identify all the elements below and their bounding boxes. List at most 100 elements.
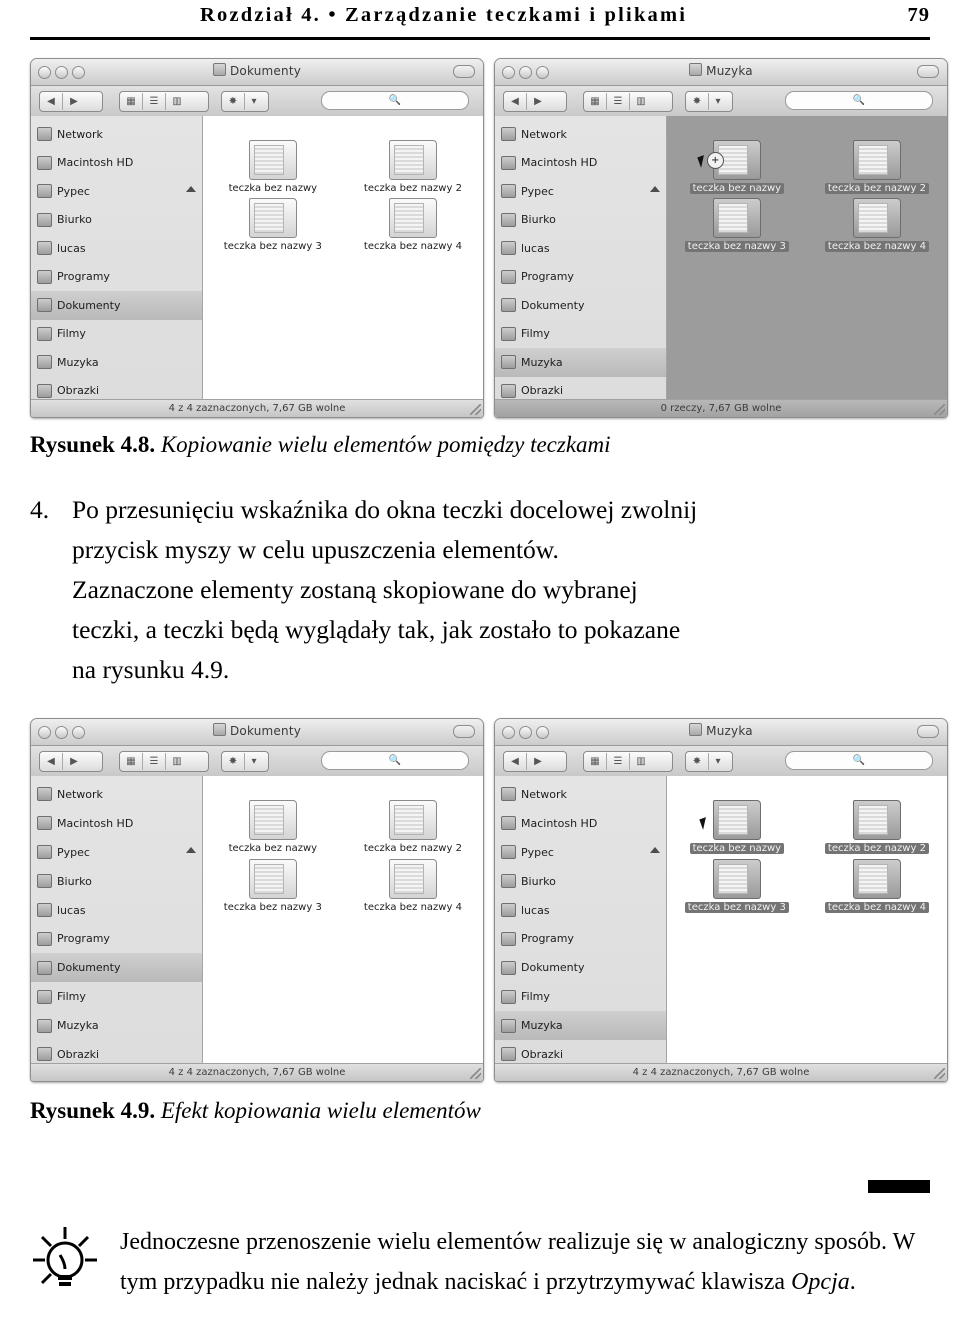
toolbar-toggle-button[interactable] xyxy=(917,65,939,78)
sidebar-item-programy[interactable]: Programy xyxy=(495,924,666,953)
column-view-icon[interactable]: ▥ xyxy=(630,753,652,770)
gear-icon[interactable]: ✸ xyxy=(222,753,245,770)
action-menu-button[interactable]: ✸ ▾ xyxy=(221,751,269,772)
column-view-icon[interactable]: ▥ xyxy=(166,753,188,770)
forward-icon[interactable]: ▶ xyxy=(63,93,85,110)
gear-icon[interactable]: ✸ xyxy=(686,93,709,110)
file-list-area[interactable]: teczka bez nazwy teczka bez nazwy 2 teczka… xyxy=(666,116,947,417)
sidebar-item-lucas[interactable]: lucas xyxy=(31,234,202,263)
back-icon[interactable]: ◀ xyxy=(40,753,63,770)
icon-view-icon[interactable]: ▦ xyxy=(120,93,143,110)
folder-icon[interactable] xyxy=(248,800,297,841)
sidebar-item-programy[interactable]: Programy xyxy=(31,263,202,292)
folder-icon[interactable] xyxy=(852,858,901,899)
sidebar-item-muzyka[interactable]: Muzyka xyxy=(31,1011,202,1040)
eject-icon[interactable] xyxy=(185,186,196,193)
column-view-icon[interactable]: ▥ xyxy=(166,93,188,110)
sidebar-item-pypec[interactable]: Pypec xyxy=(495,838,666,867)
finder-window-dokumenty[interactable]: Dokumenty ◀ ▶ ▦ ☰ ▥ ✸ ▾ 🔍 Network Macintosh H… xyxy=(30,58,484,418)
folder-item[interactable]: teczka bez nazwy 4 xyxy=(343,858,483,913)
chevron-down-icon[interactable]: ▾ xyxy=(709,93,727,110)
folder-item[interactable]: teczka bez nazwy 3 xyxy=(203,858,343,913)
folder-icon[interactable] xyxy=(712,858,761,899)
file-list-area[interactable]: teczka bez nazwy teczka bez nazwy 2 teczka… xyxy=(666,776,947,1081)
toolbar-toggle-button[interactable] xyxy=(453,65,475,78)
folder-icon[interactable] xyxy=(712,800,761,841)
sidebar-item-dokumenty[interactable]: Dokumenty xyxy=(495,291,666,320)
list-view-icon[interactable]: ☰ xyxy=(607,93,630,110)
icon-grid[interactable]: teczka bez nazwy teczka bez nazwy 2 teczka… xyxy=(203,800,483,913)
search-input[interactable]: 🔍 xyxy=(321,751,469,770)
view-mode-group[interactable]: ▦ ☰ ▥ xyxy=(119,751,209,772)
sidebar-item-network[interactable]: Network xyxy=(495,780,666,809)
list-view-icon[interactable]: ☰ xyxy=(607,753,630,770)
sidebar[interactable]: Network Macintosh HD Pypec Biurko lucas Progr… xyxy=(495,776,667,1081)
folder-item[interactable]: teczka bez nazwy 3 xyxy=(203,198,343,252)
sidebar-item-lucas[interactable]: lucas xyxy=(495,234,666,263)
folder-item[interactable]: teczka bez nazwy xyxy=(667,140,807,195)
folder-item[interactable]: teczka bez nazwy 2 xyxy=(343,800,483,854)
sidebar-item-network[interactable]: Network xyxy=(495,120,666,149)
sidebar-item-lucas[interactable]: lucas xyxy=(31,896,202,925)
forward-icon[interactable]: ▶ xyxy=(527,753,549,770)
sidebar-item-macintosh-hd[interactable]: Macintosh HD xyxy=(495,809,666,838)
finder-window-dokumenty[interactable]: Dokumenty ◀ ▶ ▦ ☰ ▥ ✸ ▾ 🔍 Network Macintosh H… xyxy=(30,718,484,1082)
sidebar-item-filmy[interactable]: Filmy xyxy=(31,320,202,349)
gear-icon[interactable]: ✸ xyxy=(222,93,245,110)
folder-icon[interactable] xyxy=(248,198,297,239)
window-titlebar[interactable]: Muzyka xyxy=(495,719,947,746)
back-icon[interactable]: ◀ xyxy=(40,93,63,110)
nav-back-forward-group[interactable]: ◀ ▶ xyxy=(39,751,103,772)
sidebar-item-filmy[interactable]: Filmy xyxy=(31,982,202,1011)
folder-item[interactable]: teczka bez nazwy 4 xyxy=(343,198,483,252)
window-titlebar[interactable]: Dokumenty xyxy=(31,59,483,86)
forward-icon[interactable]: ▶ xyxy=(63,753,85,770)
window-toolbar[interactable]: ◀ ▶ ▦ ☰ ▥ ✸ ▾ 🔍 xyxy=(495,746,947,777)
gear-icon[interactable]: ✸ xyxy=(686,753,709,770)
sidebar-item-biurko[interactable]: Biurko xyxy=(495,206,666,235)
sidebar-item-network[interactable]: Network xyxy=(31,120,202,149)
sidebar-item-biurko[interactable]: Biurko xyxy=(31,867,202,896)
window-toolbar[interactable]: ◀ ▶ ▦ ☰ ▥ ✸ ▾ 🔍 xyxy=(495,86,947,117)
folder-item[interactable]: teczka bez nazwy 4 xyxy=(807,198,947,253)
nav-back-forward-group[interactable]: ◀ ▶ xyxy=(39,91,103,112)
finder-window-muzyka[interactable]: Muzyka ◀ ▶ ▦ ☰ ▥ ✸ ▾ 🔍 Network Macintosh HD Py… xyxy=(494,58,948,418)
sidebar[interactable]: Network Macintosh HD Pypec Biurko lucas Progr… xyxy=(495,116,667,417)
folder-item[interactable]: teczka bez nazwy 2 xyxy=(807,140,947,195)
sidebar-item-dokumenty[interactable]: Dokumenty xyxy=(31,291,202,320)
folder-icon[interactable] xyxy=(712,198,761,239)
window-toolbar[interactable]: ◀ ▶ ▦ ☰ ▥ ✸ ▾ 🔍 xyxy=(31,86,483,117)
icon-view-icon[interactable]: ▦ xyxy=(120,753,143,770)
action-menu-button[interactable]: ✸ ▾ xyxy=(685,751,733,772)
search-input[interactable]: 🔍 xyxy=(785,751,933,770)
folder-icon[interactable] xyxy=(388,140,437,181)
list-view-icon[interactable]: ☰ xyxy=(143,93,166,110)
finder-window-muzyka[interactable]: Muzyka ◀ ▶ ▦ ☰ ▥ ✸ ▾ 🔍 Network Macintosh HD Py… xyxy=(494,718,948,1082)
sidebar-item-dokumenty[interactable]: Dokumenty xyxy=(31,953,202,983)
eject-icon[interactable] xyxy=(185,847,196,854)
folder-icon[interactable] xyxy=(852,140,901,181)
sidebar[interactable]: Network Macintosh HD Pypec Biurko lucas Progr… xyxy=(31,116,203,417)
toolbar-toggle-button[interactable] xyxy=(917,725,939,738)
sidebar-item-muzyka[interactable]: Muzyka xyxy=(495,348,666,377)
resize-handle[interactable] xyxy=(470,1068,481,1079)
folder-item[interactable]: teczka bez nazwy 3 xyxy=(667,858,807,913)
sidebar-item-filmy[interactable]: Filmy xyxy=(495,982,666,1011)
sidebar-item-biurko[interactable]: Biurko xyxy=(495,867,666,896)
chevron-down-icon[interactable]: ▾ xyxy=(245,93,263,110)
folder-item[interactable]: teczka bez nazwy xyxy=(667,800,807,855)
window-toolbar[interactable]: ◀ ▶ ▦ ☰ ▥ ✸ ▾ 🔍 xyxy=(31,746,483,777)
folder-item[interactable]: teczka bez nazwy 4 xyxy=(807,858,947,913)
column-view-icon[interactable]: ▥ xyxy=(630,93,652,110)
sidebar[interactable]: Network Macintosh HD Pypec Biurko lucas Progr… xyxy=(31,776,203,1081)
folder-icon[interactable] xyxy=(388,198,437,239)
chevron-down-icon[interactable]: ▾ xyxy=(709,753,727,770)
resize-handle[interactable] xyxy=(470,404,481,415)
sidebar-item-macintosh-hd[interactable]: Macintosh HD xyxy=(31,809,202,838)
icon-view-icon[interactable]: ▦ xyxy=(584,753,607,770)
sidebar-item-pypec[interactable]: Pypec xyxy=(495,177,666,206)
sidebar-item-pypec[interactable]: Pypec xyxy=(31,177,202,206)
folder-icon[interactable] xyxy=(388,800,437,841)
window-titlebar[interactable]: Dokumenty xyxy=(31,719,483,746)
folder-icon[interactable] xyxy=(852,198,901,239)
